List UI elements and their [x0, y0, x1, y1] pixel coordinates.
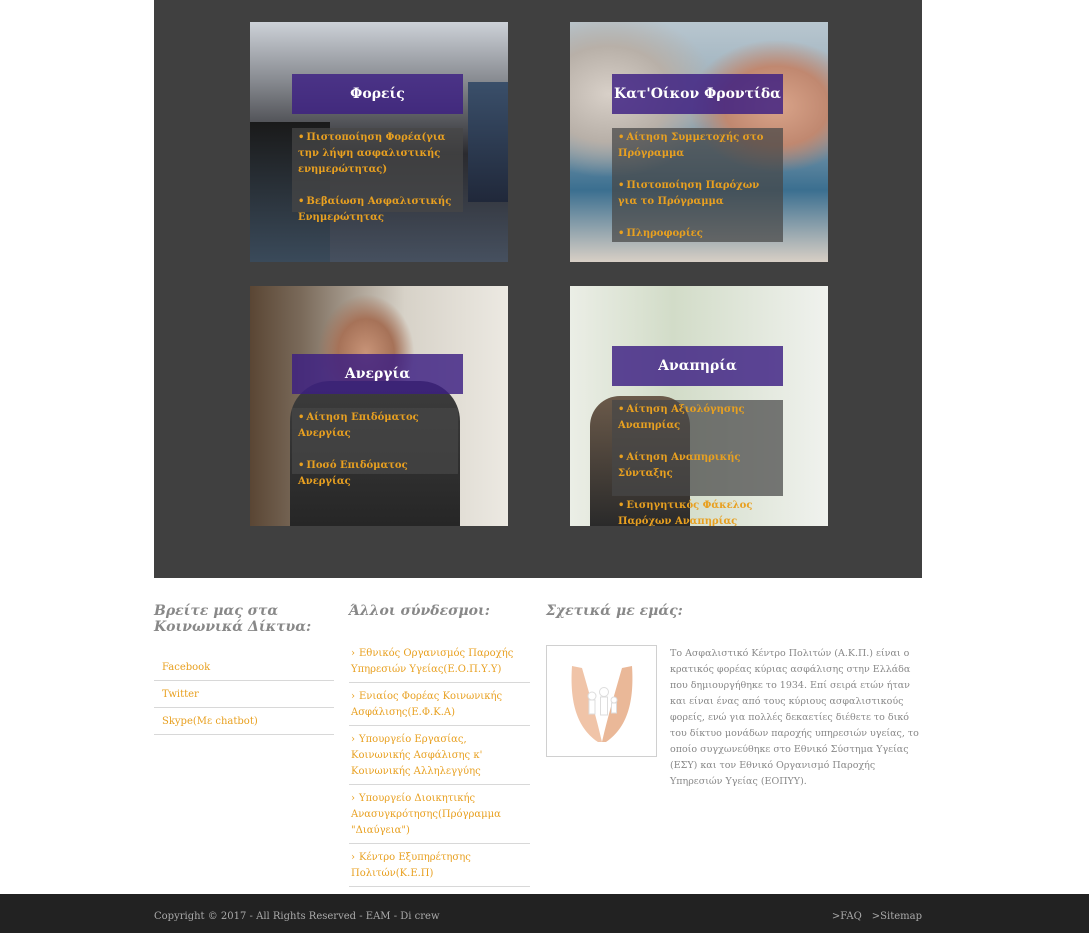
services-panel: Φορείς • Πιστοποίηση Φορέα(για την λήψη α… — [154, 0, 922, 578]
card-title: Φορείς — [292, 74, 463, 114]
card-link[interactable]: • Πιστοποίηση Παρόχων για το Πρόγραμμα — [618, 178, 779, 210]
link-label: Υπουργείο Διοικητικής Ανασυγκρότησης(Πρό… — [351, 793, 501, 836]
list-item: › Υπουργείο Εργασίας, Κοινωνικής Ασφάλιση… — [349, 726, 530, 785]
card-links: • Πιστοποίηση Φορέα(για την λήψη ασφαλιστ… — [292, 128, 463, 223]
man-portrait-photo — [250, 286, 508, 526]
card-links: • Αίτηση Επιδόματος Ανεργίας • Ποσό Επιδόμ… — [292, 408, 458, 487]
card-links: • Αίτηση Αξιολόγησης Αναπηρίας • Αίτηση Αν… — [612, 400, 783, 526]
list-item: › Κέντρο Εξυπηρέτησης Πολιτών(Κ.Ε.Π) — [349, 844, 530, 887]
card-link-label: Ποσό Επιδόματος Ανεργίας — [298, 460, 408, 487]
card-link-label: Αίτηση Συμμετοχής στο Πρόγραμμα — [618, 132, 764, 159]
card-link-label: Πιστοποίηση Φορέα(για την λήψη ασφαλιστι… — [298, 132, 446, 175]
link-label: Εθνικός Οργανισμός Παροχής Υπηρεσιών Υγε… — [351, 648, 514, 675]
card-link-label: Βεβαίωση Ασφαλιστικής Ενημερώτητας — [298, 196, 452, 223]
list-item: Twitter — [154, 681, 334, 708]
link-label: Κέντρο Εξυπηρέτησης Πολιτών(Κ.Ε.Π) — [351, 852, 471, 879]
card-link[interactable]: • Αίτηση Αναπηρικής Σύνταξης — [618, 450, 779, 482]
kep-link[interactable]: › Κέντρο Εξυπηρέτησης Πολιτών(Κ.Ε.Π) — [351, 852, 471, 879]
ministry-labour-link[interactable]: › Υπουργείο Εργασίας, Κοινωνικής Ασφάλιση… — [351, 734, 482, 777]
other-links-list: › Εθνικός Οργανισμός Παροχής Υπηρεσιών Υγ… — [349, 640, 530, 887]
card-anapiria: Αναπηρία • Αίτηση Αξιολόγησης Αναπηρίας •… — [570, 286, 828, 526]
eopyy-link[interactable]: › Εθνικός Οργανισμός Παροχής Υπηρεσιών Υγ… — [351, 648, 513, 675]
facebook-link[interactable]: Facebook — [162, 662, 210, 673]
card-links: • Αίτηση Συμμετοχής στο Πρόγραμμα • Πιστοπ… — [612, 128, 783, 242]
card-link-label: Εισηγητικός Φάκελος Παρόχων Αναπηρίας — [618, 500, 753, 526]
list-item: › Ενιαίος Φορέας Κοινωνικής Ασφάλισης(Ε.Φ… — [349, 683, 530, 726]
link-label: Ενιαίος Φορέας Κοινωνικής Ασφάλισης(Ε.Φ.… — [351, 691, 503, 718]
card-title: Ανεργία — [292, 354, 463, 394]
skype-link[interactable]: Skype(Με chatbot) — [162, 716, 258, 727]
card-link[interactable]: • Βεβαίωση Ασφαλιστικής Ενημερώτητας — [298, 194, 459, 226]
other-links-title: Άλλοι σύνδεσμοι: — [349, 603, 490, 619]
card-title: Αναπηρία — [612, 346, 783, 386]
social-title: Βρείτε μας στα Κοινωνικά Δίκτυα: — [154, 603, 312, 635]
card-link-label: Αίτηση Επιδόματος Ανεργίας — [298, 412, 419, 439]
copyright: Copyright © 2017 - All Rights Reserved -… — [154, 911, 440, 922]
card-link[interactable]: • Πληροφορίες — [618, 226, 779, 242]
hands-icon — [571, 666, 632, 742]
card-title: Κατ'Οίκον Φροντίδα — [612, 74, 783, 114]
card-link[interactable]: • Αίτηση Συμμετοχής στο Πρόγραμμα — [618, 130, 779, 162]
sitemap-link[interactable]: >Sitemap — [872, 911, 922, 922]
about-text: Το Ασφαλιστικό Κέντρο Πολιτών (Α.Κ.Π.) ε… — [670, 648, 919, 787]
list-item: Facebook — [154, 654, 334, 681]
card-link-label: Αίτηση Αξιολόγησης Αναπηρίας — [618, 404, 745, 431]
footer-links: >FAQ >Sitemap — [832, 911, 922, 922]
twitter-link[interactable]: Twitter — [162, 689, 199, 700]
faq-link[interactable]: >FAQ — [832, 911, 862, 922]
card-katoikon-frontida: Κατ'Οίκον Φροντίδα • Αίτηση Συμμετοχής στ… — [570, 22, 828, 262]
card-link-label: Πληροφορίες — [626, 228, 703, 239]
about-title: Σχετικά με εμάς: — [546, 603, 683, 619]
card-foreis: Φορείς • Πιστοποίηση Φορέα(για την λήψη α… — [250, 22, 508, 262]
list-item: Skype(Με chatbot) — [154, 708, 334, 735]
card-link[interactable]: • Αίτηση Επιδόματος Ανεργίας — [298, 410, 454, 442]
card-link[interactable]: • Εισηγητικός Φάκελος Παρόχων Αναπηρίας — [618, 498, 779, 526]
hands-family-image — [546, 645, 657, 757]
efka-link[interactable]: › Ενιαίος Φορέας Κοινωνικής Ασφάλισης(Ε.Φ… — [351, 691, 502, 718]
social-links: Facebook Twitter Skype(Με chatbot) — [154, 654, 334, 735]
link-label: Υπουργείο Εργασίας, Κοινωνικής Ασφάλισης… — [351, 734, 483, 777]
list-item: › Εθνικός Οργανισμός Παροχής Υπηρεσιών Υγ… — [349, 640, 530, 683]
card-link[interactable]: • Πιστοποίηση Φορέα(για την λήψη ασφαλιστ… — [298, 130, 459, 178]
card-link-label: Πιστοποίηση Παρόχων για το Πρόγραμμα — [618, 180, 760, 207]
card-link[interactable]: • Ποσό Επιδόματος Ανεργίας — [298, 458, 454, 490]
card-link[interactable]: • Αίτηση Αξιολόγησης Αναπηρίας — [618, 402, 779, 434]
list-item: › Υπουργείο Διοικητικής Ανασυγκρότησης(Πρ… — [349, 785, 530, 844]
ministry-admin-link[interactable]: › Υπουργείο Διοικητικής Ανασυγκρότησης(Πρ… — [351, 793, 501, 836]
card-link-label: Αίτηση Αναπηρικής Σύνταξης — [618, 452, 741, 479]
card-anergia: Ανεργία • Αίτηση Επιδόματος Ανεργίας • Ποσ… — [250, 286, 508, 526]
